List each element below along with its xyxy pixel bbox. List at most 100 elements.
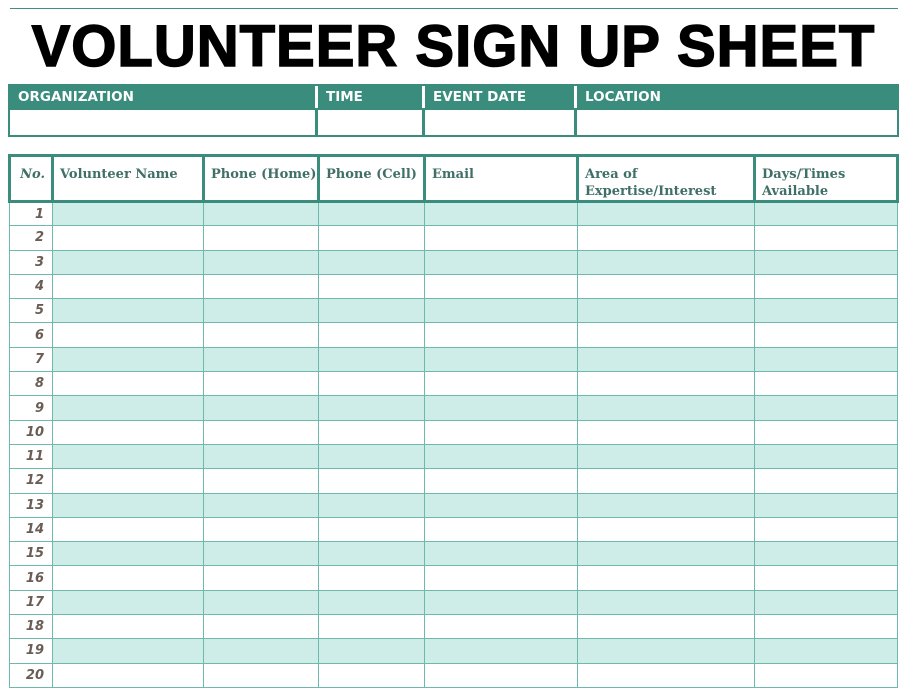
days-times-cell[interactable] [754, 638, 898, 664]
email-cell[interactable] [424, 565, 578, 591]
phone-home-cell[interactable] [203, 443, 319, 470]
area-of-expertise-cell[interactable] [577, 468, 755, 494]
phone-cell-cell[interactable] [318, 516, 425, 543]
days-times-cell[interactable] [754, 662, 898, 688]
phone-cell-cell[interactable] [318, 298, 425, 324]
phone-home-cell[interactable] [203, 395, 319, 421]
days-times-cell[interactable] [754, 395, 898, 421]
phone-cell-cell[interactable] [318, 200, 425, 227]
area-of-expertise-cell[interactable] [577, 443, 755, 470]
phone-cell-cell[interactable] [318, 346, 425, 373]
days-times-cell[interactable] [754, 249, 898, 275]
volunteer-name-cell[interactable] [52, 614, 204, 640]
area-of-expertise-cell[interactable] [577, 638, 755, 664]
organization-field[interactable] [10, 110, 318, 135]
phone-cell-cell[interactable] [318, 565, 425, 591]
phone-home-cell[interactable] [203, 638, 319, 664]
volunteer-name-cell[interactable] [52, 541, 204, 567]
email-cell[interactable] [424, 419, 578, 445]
volunteer-name-cell[interactable] [52, 371, 204, 397]
email-cell[interactable] [424, 200, 578, 227]
phone-cell-cell[interactable] [318, 371, 425, 397]
phone-cell-cell[interactable] [318, 443, 425, 470]
area-of-expertise-cell[interactable] [577, 273, 755, 300]
phone-home-cell[interactable] [203, 200, 319, 227]
area-of-expertise-cell[interactable] [577, 614, 755, 640]
volunteer-name-cell[interactable] [52, 492, 204, 518]
phone-cell-cell[interactable] [318, 614, 425, 640]
area-of-expertise-cell[interactable] [577, 565, 755, 591]
days-times-cell[interactable] [754, 468, 898, 494]
phone-cell-cell[interactable] [318, 541, 425, 567]
volunteer-name-cell[interactable] [52, 638, 204, 664]
area-of-expertise-cell[interactable] [577, 662, 755, 688]
email-cell[interactable] [424, 662, 578, 688]
phone-home-cell[interactable] [203, 249, 319, 275]
volunteer-name-cell[interactable] [52, 395, 204, 421]
area-of-expertise-cell[interactable] [577, 419, 755, 445]
phone-home-cell[interactable] [203, 541, 319, 567]
location-field[interactable] [577, 110, 897, 135]
volunteer-name-cell[interactable] [52, 419, 204, 445]
phone-home-cell[interactable] [203, 492, 319, 518]
email-cell[interactable] [424, 371, 578, 397]
days-times-cell[interactable] [754, 589, 898, 616]
days-times-cell[interactable] [754, 322, 898, 348]
email-cell[interactable] [424, 638, 578, 664]
email-cell[interactable] [424, 273, 578, 300]
phone-home-cell[interactable] [203, 298, 319, 324]
phone-cell-cell[interactable] [318, 492, 425, 518]
volunteer-name-cell[interactable] [52, 468, 204, 494]
volunteer-name-cell[interactable] [52, 249, 204, 275]
volunteer-name-cell[interactable] [52, 322, 204, 348]
email-cell[interactable] [424, 346, 578, 373]
area-of-expertise-cell[interactable] [577, 298, 755, 324]
volunteer-name-cell[interactable] [52, 225, 204, 251]
volunteer-name-cell[interactable] [52, 273, 204, 300]
volunteer-name-cell[interactable] [52, 443, 204, 470]
volunteer-name-cell[interactable] [52, 200, 204, 227]
email-cell[interactable] [424, 492, 578, 518]
phone-cell-cell[interactable] [318, 322, 425, 348]
email-cell[interactable] [424, 589, 578, 616]
phone-home-cell[interactable] [203, 322, 319, 348]
phone-cell-cell[interactable] [318, 249, 425, 275]
days-times-cell[interactable] [754, 225, 898, 251]
email-cell[interactable] [424, 516, 578, 543]
area-of-expertise-cell[interactable] [577, 346, 755, 373]
volunteer-name-cell[interactable] [52, 298, 204, 324]
area-of-expertise-cell[interactable] [577, 225, 755, 251]
area-of-expertise-cell[interactable] [577, 200, 755, 227]
phone-home-cell[interactable] [203, 371, 319, 397]
phone-home-cell[interactable] [203, 662, 319, 688]
time-field[interactable] [318, 110, 425, 135]
area-of-expertise-cell[interactable] [577, 492, 755, 518]
email-cell[interactable] [424, 322, 578, 348]
days-times-cell[interactable] [754, 541, 898, 567]
phone-cell-cell[interactable] [318, 395, 425, 421]
phone-home-cell[interactable] [203, 346, 319, 373]
phone-cell-cell[interactable] [318, 419, 425, 445]
phone-home-cell[interactable] [203, 614, 319, 640]
phone-cell-cell[interactable] [318, 638, 425, 664]
days-times-cell[interactable] [754, 614, 898, 640]
area-of-expertise-cell[interactable] [577, 371, 755, 397]
email-cell[interactable] [424, 298, 578, 324]
volunteer-name-cell[interactable] [52, 589, 204, 616]
email-cell[interactable] [424, 225, 578, 251]
phone-home-cell[interactable] [203, 589, 319, 616]
area-of-expertise-cell[interactable] [577, 395, 755, 421]
email-cell[interactable] [424, 541, 578, 567]
phone-cell-cell[interactable] [318, 589, 425, 616]
area-of-expertise-cell[interactable] [577, 589, 755, 616]
days-times-cell[interactable] [754, 419, 898, 445]
volunteer-name-cell[interactable] [52, 662, 204, 688]
days-times-cell[interactable] [754, 298, 898, 324]
phone-cell-cell[interactable] [318, 662, 425, 688]
phone-home-cell[interactable] [203, 565, 319, 591]
volunteer-name-cell[interactable] [52, 565, 204, 591]
phone-home-cell[interactable] [203, 225, 319, 251]
email-cell[interactable] [424, 395, 578, 421]
days-times-cell[interactable] [754, 443, 898, 470]
email-cell[interactable] [424, 443, 578, 470]
